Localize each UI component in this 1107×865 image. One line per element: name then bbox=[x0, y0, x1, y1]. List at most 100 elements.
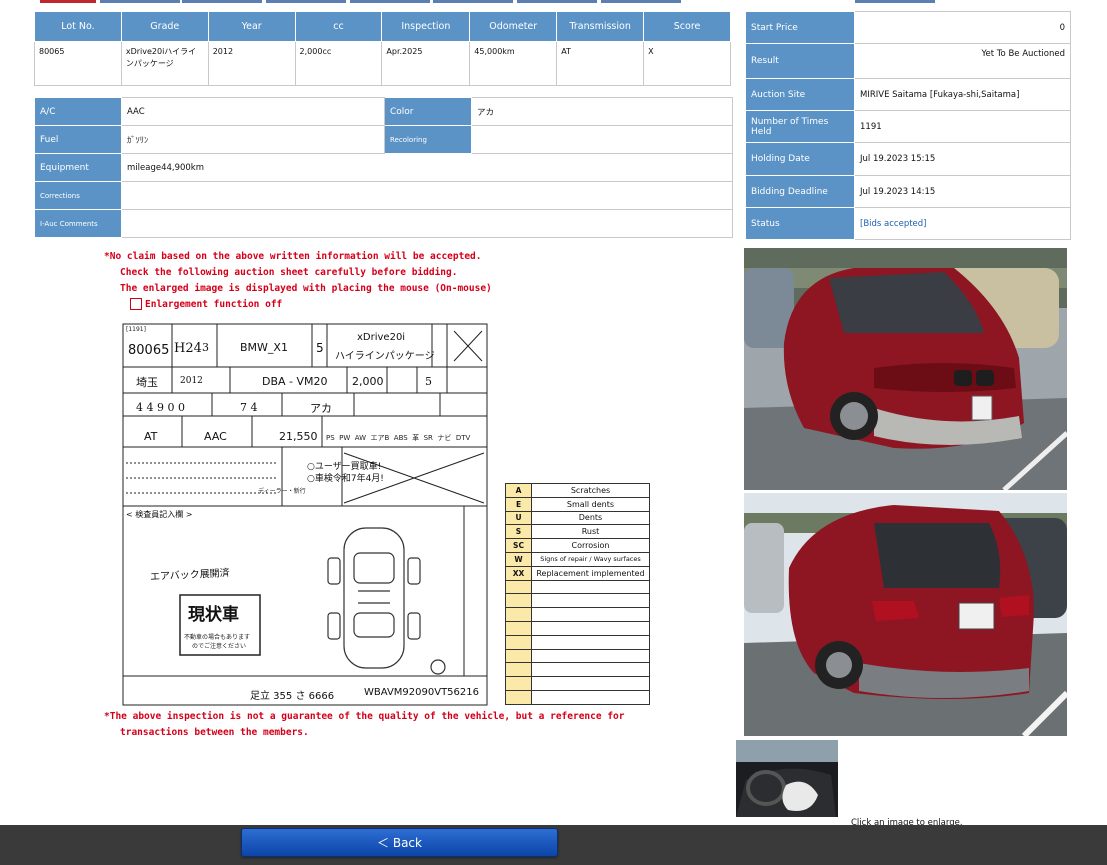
times-held-value: 1191 bbox=[854, 110, 1071, 143]
header-score: Score bbox=[643, 11, 731, 42]
start-price-label: Start Price bbox=[745, 11, 855, 44]
legend-label: Small dents bbox=[531, 496, 650, 512]
header-year: Year bbox=[207, 11, 296, 42]
back-button[interactable]: ＜ Back bbox=[241, 828, 558, 857]
sheet-option: SR bbox=[423, 434, 433, 442]
legend-empty-cell bbox=[531, 662, 650, 678]
recoloring-label: Recoloring bbox=[384, 125, 472, 154]
legend-label: Signs of repair / Wavy surfaces bbox=[531, 551, 650, 567]
ac-value: AAC bbox=[121, 97, 385, 126]
sheet-dealer: ディーラー・新行 bbox=[258, 488, 306, 495]
sheet-model-code: DBA - VM20 bbox=[262, 375, 328, 388]
fuel-label: Fuel bbox=[34, 125, 122, 154]
sheet-seats: 5 bbox=[425, 375, 432, 388]
auction-site-value: MIRIVE Saitama [Fukaya-shi,Saitama] bbox=[854, 78, 1071, 111]
car-photo-front[interactable] bbox=[744, 248, 1067, 490]
holding-date-label: Holding Date bbox=[745, 142, 855, 176]
sheet-option: PW bbox=[339, 434, 351, 442]
legend-empty-cell bbox=[531, 689, 650, 705]
enlargement-label[interactable]: Enlargement function off bbox=[145, 299, 282, 310]
summary-header-row: Lot No. Grade Year cc Inspection Odomete… bbox=[34, 11, 731, 42]
car-photo-interior-thumbnail[interactable] bbox=[736, 740, 838, 817]
car-photo-rear[interactable] bbox=[744, 493, 1067, 736]
notice-line-2: Check the following auction sheet carefu… bbox=[120, 267, 458, 278]
disclaimer-line-1: *The above inspection is not a guarantee… bbox=[104, 711, 625, 722]
value-odometer: 45,000km bbox=[469, 41, 558, 86]
legend-code: SC bbox=[505, 538, 532, 553]
sheet-aircon: AAC bbox=[204, 430, 227, 443]
corrections-label: Corrections bbox=[34, 181, 122, 210]
legend-label: Rust bbox=[531, 524, 650, 540]
sheet-option: ナビ bbox=[437, 434, 452, 442]
disclaimer-line-2: transactions between the members. bbox=[120, 727, 309, 738]
sheet-color: アカ bbox=[310, 402, 332, 415]
legend-label: Corrosion bbox=[531, 538, 650, 553]
legend-empty-cell bbox=[531, 648, 650, 664]
value-score: X bbox=[643, 41, 731, 86]
vehicle-detail-table: A/C AAC Color アカ Fuel ｶﾞｿﾘﾝ Recoloring E… bbox=[34, 97, 733, 238]
equipment-label: Equipment bbox=[34, 153, 122, 182]
legend-code: U bbox=[505, 510, 532, 526]
sheet-stamp-sub-2: のでご注意ください bbox=[192, 643, 247, 650]
sheet-plate: 足立 355 さ 6666 bbox=[250, 691, 335, 702]
sheet-year: 2012 bbox=[180, 376, 203, 386]
legend-empty-cell bbox=[505, 593, 532, 609]
legend-empty-cell bbox=[531, 620, 650, 636]
times-held-label: Number of Times Held bbox=[745, 110, 855, 143]
sheet-option: PS bbox=[326, 434, 335, 442]
legend-empty-cell bbox=[531, 579, 650, 595]
legend-empty-cell bbox=[531, 593, 650, 609]
sheet-option: 革 bbox=[412, 434, 420, 442]
sheet-condition-stamp: 現状車 bbox=[188, 605, 239, 625]
value-cc: 2,000cc bbox=[294, 41, 383, 86]
auction-sheet-image[interactable]: [1191] 80065 H24 3 BMW_X1 5 xDrive20i ハイ… bbox=[122, 323, 488, 706]
legend-code: S bbox=[505, 524, 532, 540]
legend-code: W bbox=[505, 551, 532, 567]
sheet-vin: WBAVM92090VT56216 bbox=[364, 687, 479, 698]
sheet-option: ABS bbox=[393, 434, 408, 442]
legend-code: E bbox=[505, 496, 532, 512]
comments-label: I-Auc Comments bbox=[34, 209, 122, 238]
value-year: 2012 bbox=[207, 41, 296, 86]
auction-info-table: Start Price 0 Result Yet To Be Auctioned… bbox=[745, 11, 1071, 240]
header-odometer: Odometer bbox=[469, 11, 558, 42]
notice-line-3: The enlarged image is displayed with pla… bbox=[120, 283, 492, 294]
value-transmission: AT bbox=[556, 41, 645, 86]
car-interior-illustration bbox=[736, 740, 838, 817]
corrections-value bbox=[121, 181, 733, 210]
header-grade: Grade bbox=[120, 11, 209, 42]
sheet-shift: AT bbox=[144, 430, 158, 443]
sheet-option: エアB bbox=[370, 434, 390, 442]
summary-value-row: 80065 xDrive20iハイラインパッケージ 2012 2,000cc A… bbox=[34, 41, 731, 86]
header-cc: cc bbox=[294, 11, 383, 42]
notice-line-1: *No claim based on the above written inf… bbox=[104, 251, 482, 262]
comments-value bbox=[121, 209, 733, 238]
legend-empty-cell bbox=[505, 620, 532, 636]
sheet-inspection: 7 4 bbox=[240, 401, 258, 414]
sheet-option: DTV bbox=[455, 434, 471, 442]
sheet-region: 埼玉 bbox=[136, 376, 158, 389]
result-label: Result bbox=[745, 43, 855, 79]
legend-empty-cell bbox=[505, 676, 532, 691]
sheet-maker-model: BMW_X1 bbox=[240, 341, 288, 354]
fuel-value: ｶﾞｿﾘﾝ bbox=[121, 125, 385, 154]
sheet-inspector-note: < 検査員記入欄 > bbox=[126, 510, 193, 519]
sheet-cc: 2,000 bbox=[352, 375, 384, 388]
sheet-options: PS PW AW エアB ABS 革 SR ナビ DTV bbox=[326, 433, 470, 443]
damage-legend-table: A Scratches E Small dents U Dents S Rust SC C… bbox=[505, 483, 650, 705]
ac-label: A/C bbox=[34, 97, 122, 126]
enlargement-checkbox[interactable] bbox=[130, 298, 142, 310]
start-price-value: 0 bbox=[854, 11, 1071, 44]
legend-empty-cell bbox=[505, 689, 532, 705]
status-value[interactable]: [Bids accepted] bbox=[854, 207, 1071, 240]
legend-empty-cell bbox=[505, 662, 532, 678]
holding-date-value: Jul 19.2023 15:15 bbox=[854, 142, 1071, 176]
legend-empty-cell bbox=[505, 579, 532, 595]
legend-empty-cell bbox=[505, 634, 532, 650]
legend-empty-cell bbox=[505, 607, 532, 622]
header-transmission: Transmission bbox=[556, 11, 645, 42]
equipment-value: mileage44,900km bbox=[121, 153, 733, 182]
legend-label: Scratches bbox=[531, 483, 650, 498]
sheet-stamp-sub-1: 不動車の場合もあります bbox=[184, 634, 251, 641]
legend-code: XX bbox=[505, 565, 532, 581]
